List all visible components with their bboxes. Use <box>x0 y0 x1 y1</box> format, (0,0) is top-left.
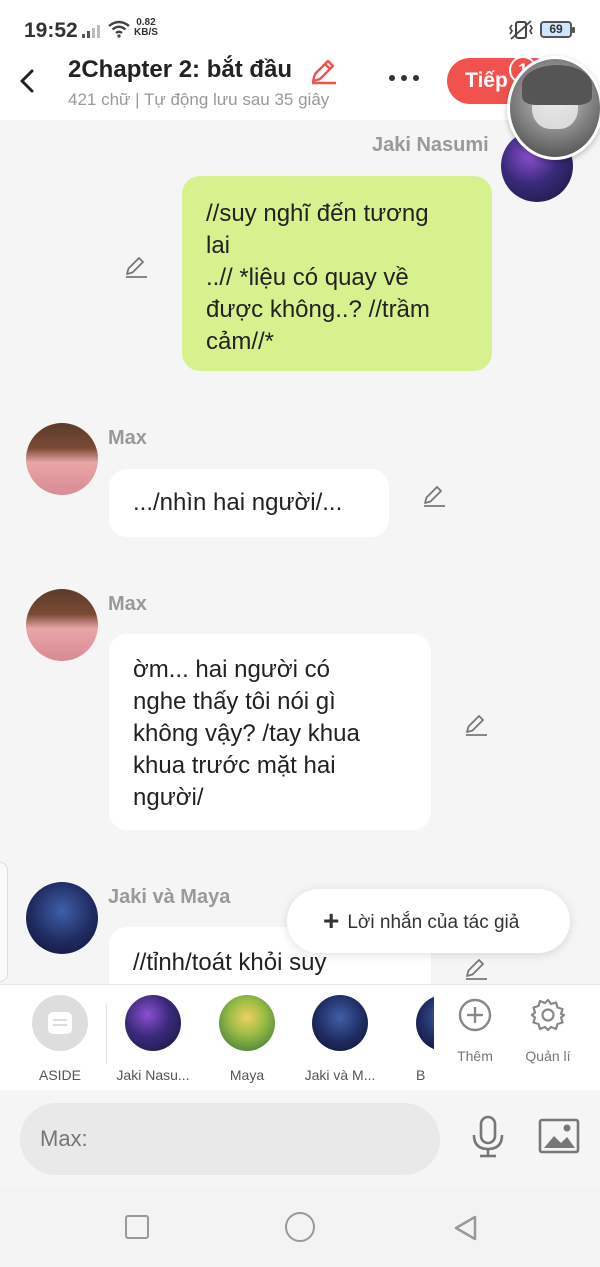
author-note-button[interactable]: + Lời nhắn của tác giả <box>287 889 570 953</box>
character-maya[interactable]: Maya <box>202 995 292 1083</box>
edit-message-icon[interactable] <box>421 482 447 508</box>
image-icon[interactable] <box>538 1118 580 1154</box>
back-arrow-icon[interactable] <box>14 66 42 96</box>
character-aside[interactable]: ASIDE <box>15 995 105 1083</box>
add-character-button[interactable]: Thêm <box>440 997 510 1064</box>
home-icon[interactable] <box>285 1212 315 1242</box>
avatar[interactable] <box>26 423 98 495</box>
avatar[interactable] <box>26 589 98 661</box>
aside-icon <box>32 995 88 1051</box>
edit-message-icon[interactable] <box>463 955 489 981</box>
chapter-title[interactable]: 2Chapter 2: bắt đầu <box>68 56 292 84</box>
character-jaki-nasumi[interactable]: Jaki Nasu... <box>108 995 198 1083</box>
network-speed: 0.82 KB/S <box>134 17 158 38</box>
message-bubble[interactable]: ờm... hai người có nghe thấy tôi nói gì … <box>109 634 431 830</box>
input-bar <box>0 1090 600 1188</box>
edit-title-icon[interactable] <box>308 56 338 86</box>
edit-message-icon[interactable] <box>463 711 489 737</box>
signal-icon <box>82 25 100 38</box>
plus-icon: + <box>323 905 340 936</box>
message-sender: Max <box>108 593 147 615</box>
word-count-autosave: 421 chữ | Tự động lưu sau 35 giây <box>68 90 330 109</box>
more-options-icon[interactable] <box>386 68 426 90</box>
avatar[interactable] <box>26 882 98 954</box>
character-partial[interactable]: B <box>410 995 434 1083</box>
divider <box>106 1004 107 1064</box>
gear-icon <box>530 998 566 1032</box>
character-bar: ASIDE Jaki Nasu... Maya Jaki và M... B T… <box>0 984 600 1090</box>
message-sender: Jaki Nasumi <box>372 134 489 156</box>
avatar <box>219 995 275 1051</box>
side-drawer-handle[interactable] <box>0 862 8 982</box>
avatar <box>416 995 434 1051</box>
avatar <box>312 995 368 1051</box>
wifi-icon <box>108 20 130 38</box>
message-sender: Jaki và Maya <box>108 886 231 908</box>
system-nav-bar <box>0 1188 600 1267</box>
avatar <box>125 995 181 1051</box>
add-circle-icon <box>458 998 492 1032</box>
microphone-icon[interactable] <box>470 1115 506 1159</box>
character-jaki-va-maya[interactable]: Jaki và M... <box>295 995 385 1083</box>
back-triangle-icon[interactable] <box>452 1214 478 1242</box>
battery-indicator: 69 <box>540 21 575 38</box>
status-bar: 19:52 0.82 KB/S 69 <box>0 0 600 56</box>
message-bubble[interactable]: //suy nghĩ đến tương lai ..// *liệu có q… <box>182 176 492 371</box>
vibrate-icon <box>509 20 533 40</box>
message-sender: Max <box>108 427 147 449</box>
floating-avatar[interactable] <box>507 56 600 160</box>
edit-message-icon[interactable] <box>123 253 149 279</box>
recents-icon[interactable] <box>125 1215 149 1239</box>
message-bubble[interactable]: .../nhìn hai người/... <box>109 469 389 537</box>
status-time: 19:52 <box>24 19 78 42</box>
message-input[interactable] <box>20 1103 440 1175</box>
manage-button[interactable]: Quản lí <box>513 997 583 1064</box>
